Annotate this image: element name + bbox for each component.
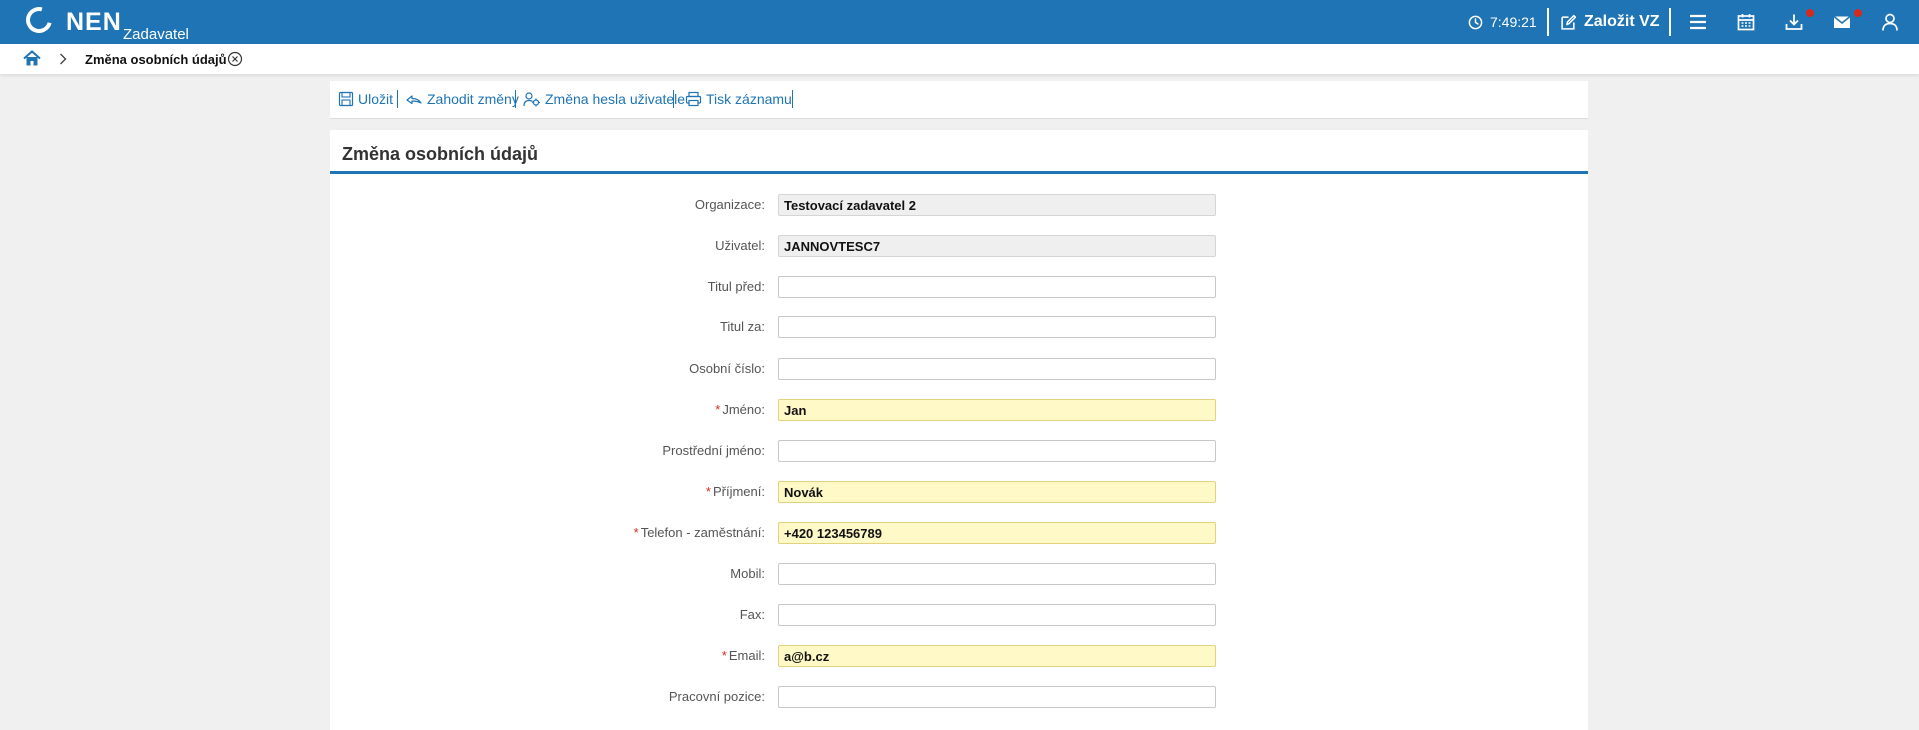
organization-field[interactable] [778,194,1216,216]
undo-icon [406,95,422,105]
toolbar-divider [397,90,398,108]
email-field[interactable] [778,645,1216,667]
required-mark: * [633,525,639,540]
header-divider [1669,8,1671,36]
print-record-button[interactable]: Tisk záznamu [685,90,792,108]
save-label: Uložit [358,91,394,107]
toolbar-divider [792,90,793,108]
form-title: Změna osobních údajů [342,144,539,164]
breadcrumb: Změna osobních údajů [0,44,1919,74]
field-email: * Email: [330,645,1588,667]
change-password-label: Změna hesla uživatele [545,91,686,107]
field-label: Mobil: [730,566,765,581]
field-organizace: Organizace: [330,194,1588,216]
field-mobil: Mobil: [330,563,1588,585]
field-label: Titul před: [707,279,765,294]
first-name-field[interactable] [778,399,1216,421]
field-telefon: * Telefon - zaměstnání: [330,522,1588,544]
home-icon[interactable] [23,50,41,67]
title-after-field[interactable] [778,316,1216,338]
create-vz-label: Založit VZ [1584,13,1660,30]
breadcrumb-current[interactable]: Změna osobních údajů [85,52,227,67]
field-label: * Jméno: [715,402,765,417]
logo-text: NEN [66,8,122,36]
field-label: Uživatel: [715,238,765,253]
clock-time: 7:49:21 [1490,14,1537,30]
printer-icon [685,91,702,107]
chevron-right-icon [60,53,67,65]
field-label: * Email: [721,648,765,663]
session-clock: 7:49:21 [1468,0,1537,44]
field-label: * Telefon - zaměstnání: [633,525,765,540]
user-field[interactable] [778,235,1216,257]
field-uzivatel: Uživatel: [330,235,1588,257]
create-vz-button[interactable]: Založit VZ [1560,0,1660,44]
user-icon[interactable] [1880,12,1900,32]
last-name-field[interactable] [778,481,1216,503]
download-icon[interactable] [1784,12,1804,32]
toolbar-divider [515,90,516,108]
field-pracovni-pozice: Pracovní pozice: [330,686,1588,708]
field-label: Titul za: [719,319,765,334]
form-title-underline [330,171,1588,174]
personal-number-field[interactable] [778,358,1216,380]
edit-icon [1561,14,1577,30]
discard-changes-button[interactable]: Zahodit změny [405,90,519,108]
save-icon [338,91,354,107]
field-prostredni-jmeno: Prostřední jméno: [330,440,1588,462]
clock-icon [1468,15,1483,29]
fax-field[interactable] [778,604,1216,626]
print-record-label: Tisk záznamu [706,91,792,107]
required-mark: * [705,484,711,499]
field-jmeno: * Jméno: [330,399,1588,421]
field-fax: Fax: [330,604,1588,626]
field-label: * Příjmení: [705,484,765,499]
action-toolbar: Uložit Zahodit změny Změna hesla uživate… [330,81,1588,119]
field-titul-za: Titul za: [330,316,1588,338]
mobile-field[interactable] [778,563,1216,585]
field-osobni-cislo: Osobní číslo: [330,358,1588,380]
top-bar: NEN Zadavatel 7:49:21 Založit VZ [0,0,1919,44]
change-password-button[interactable]: Změna hesla uživatele [523,90,685,108]
download-notification-dot [1806,9,1814,17]
required-mark: * [715,402,721,417]
user-settings-icon [523,92,540,107]
field-label: Prostřední jméno: [662,443,765,458]
save-button[interactable]: Uložit [338,90,393,108]
toolbar-divider [673,90,674,108]
field-prijmeni: * Příjmení: [330,481,1588,503]
field-titul-pred: Titul před: [330,276,1588,298]
calendar-icon[interactable] [1736,12,1756,32]
close-icon[interactable] [227,51,243,67]
required-mark: * [721,648,727,663]
header-divider [1547,8,1549,36]
middle-name-field[interactable] [778,440,1216,462]
logo-ring-icon [21,2,57,38]
field-label: Osobní číslo: [689,361,765,376]
logo-subtitle: Zadavatel [123,26,189,43]
personal-data-form: Změna osobních údajů Organizace: Uživate… [330,130,1588,730]
title-before-field[interactable] [778,276,1216,298]
mail-icon[interactable] [1832,12,1852,32]
menu-icon[interactable] [1688,12,1708,32]
work-phone-field[interactable] [778,522,1216,544]
job-position-field[interactable] [778,686,1216,708]
field-label: Pracovní pozice: [668,689,765,704]
field-label: Fax: [739,607,765,622]
mail-notification-dot [1854,9,1862,17]
discard-changes-label: Zahodit změny [427,91,519,107]
field-label: Organizace: [694,197,765,212]
